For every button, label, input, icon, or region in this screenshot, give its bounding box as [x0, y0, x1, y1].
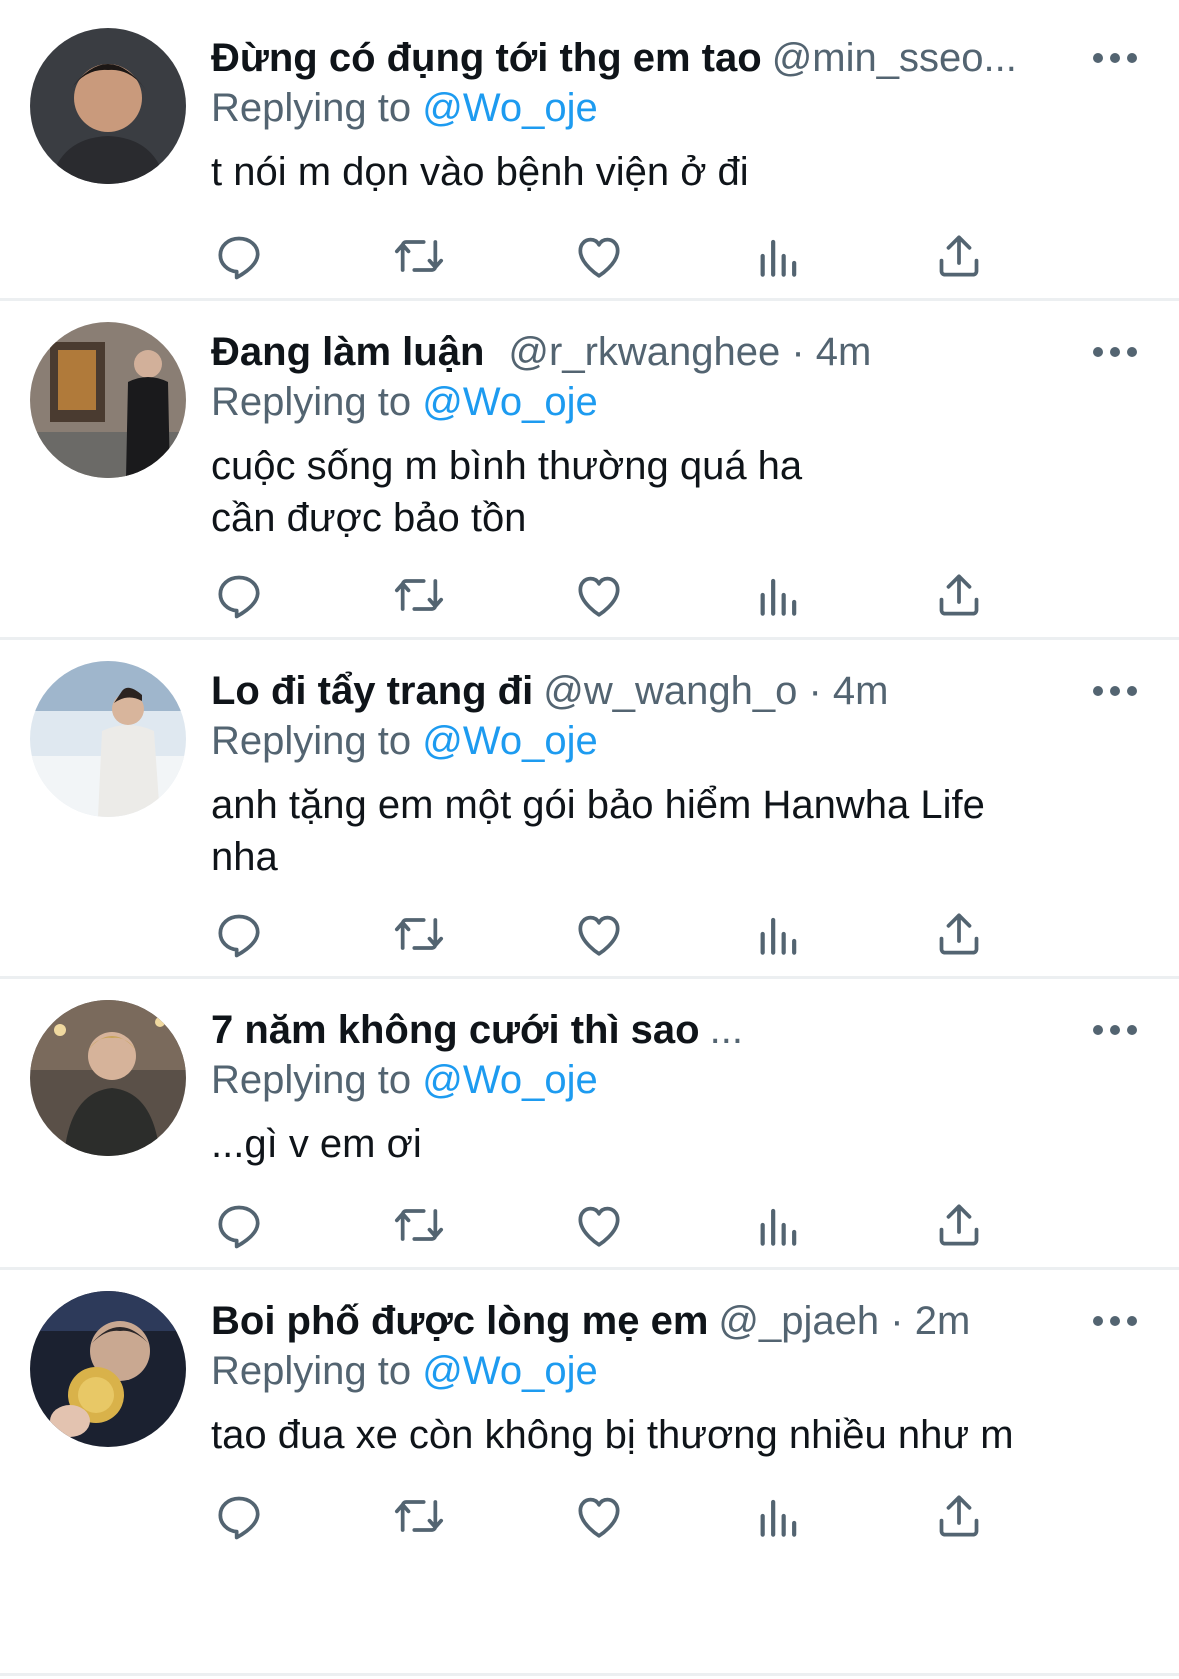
tweet-header: 7 năm không cưới thì sao... [211, 1002, 1079, 1058]
replying-to: Replying to @Wo_oje [211, 82, 598, 134]
share-icon[interactable] [931, 1197, 987, 1253]
heart-icon[interactable] [571, 906, 627, 962]
handle-and-time[interactable]: @_pjaeh · 2m [718, 1299, 970, 1343]
avatar[interactable] [30, 322, 186, 478]
tweet-text: t nói m dọn vào bệnh viện ở đi [211, 150, 749, 194]
share-icon[interactable] [931, 906, 987, 962]
mention-link[interactable]: @Wo_oje [422, 719, 598, 763]
divider [0, 1673, 1179, 1676]
heart-icon[interactable] [571, 1488, 627, 1544]
mention-link[interactable]: @Wo_oje [422, 86, 598, 130]
action-bar [211, 567, 1091, 623]
replying-label: Replying to [211, 86, 423, 130]
tweet[interactable]: Đang làm luận @r_rkwanghee · 4m Replying … [0, 300, 1179, 639]
display-name[interactable]: 7 năm không cưới thì sao [211, 1008, 700, 1052]
more-icon[interactable] [1093, 1301, 1137, 1341]
avatar[interactable] [30, 1000, 186, 1156]
analytics-icon[interactable] [751, 906, 807, 962]
share-icon[interactable] [931, 1488, 987, 1544]
retweet-icon[interactable] [391, 1488, 447, 1544]
avatar[interactable] [30, 28, 186, 184]
avatar[interactable] [30, 661, 186, 817]
action-bar [211, 1197, 1091, 1253]
reply-icon[interactable] [211, 567, 267, 623]
retweet-icon[interactable] [391, 906, 447, 962]
retweet-icon[interactable] [391, 1197, 447, 1253]
retweet-icon[interactable] [391, 567, 447, 623]
display-name[interactable]: Đừng có đụng tới thg em tao [211, 36, 762, 80]
replying-to: Replying to @Wo_oje [211, 376, 598, 428]
action-bar [211, 906, 1091, 962]
tweet-text: ...gì v em ơi [211, 1122, 422, 1166]
display-name[interactable]: Boi phố được lòng mẹ em [211, 1299, 708, 1343]
share-icon[interactable] [931, 567, 987, 623]
action-bar [211, 1488, 1091, 1544]
reply-icon[interactable] [211, 228, 267, 284]
analytics-icon[interactable] [751, 1197, 807, 1253]
handle-and-time[interactable]: @min_sseo... [772, 36, 1017, 80]
mention-link[interactable]: @Wo_oje [422, 380, 598, 424]
tweet[interactable]: Lo đi tẩy trang đi @w_wangh_o · 4m Replyi… [0, 639, 1179, 978]
more-icon[interactable] [1093, 38, 1137, 78]
handle-and-time[interactable]: ... [710, 1008, 743, 1052]
share-icon[interactable] [931, 228, 987, 284]
replying-to: Replying to @Wo_oje [211, 715, 598, 767]
analytics-icon[interactable] [751, 1488, 807, 1544]
replying-label: Replying to [211, 1349, 423, 1393]
tweet-header: Boi phố được lòng mẹ em @_pjaeh · 2m [211, 1293, 1079, 1349]
replying-label: Replying to [211, 719, 423, 763]
reply-icon[interactable] [211, 906, 267, 962]
mention-link[interactable]: @Wo_oje [422, 1349, 598, 1393]
handle-and-time[interactable]: @r_rkwanghee · 4m [508, 330, 871, 374]
tweet[interactable]: Đừng có đụng tới thg em tao @min_sseo... … [0, 0, 1179, 300]
display-name[interactable]: Lo đi tẩy trang đi [211, 669, 533, 713]
tweet-header: Lo đi tẩy trang đi @w_wangh_o · 4m [211, 663, 1079, 719]
avatar[interactable] [30, 1291, 186, 1447]
heart-icon[interactable] [571, 567, 627, 623]
replying-to: Replying to @Wo_oje [211, 1054, 598, 1106]
tweet-text: cuộc sống m bình thường quá ha cần được … [211, 444, 803, 540]
retweet-icon[interactable] [391, 228, 447, 284]
reply-icon[interactable] [211, 1197, 267, 1253]
analytics-icon[interactable] [751, 228, 807, 284]
tweet-header: Đừng có đụng tới thg em tao @min_sseo... [211, 30, 1079, 86]
replying-label: Replying to [211, 380, 423, 424]
more-icon[interactable] [1093, 1010, 1137, 1050]
tweet-header: Đang làm luận @r_rkwanghee · 4m [211, 324, 1079, 380]
action-bar [211, 228, 1091, 284]
reply-icon[interactable] [211, 1488, 267, 1544]
heart-icon[interactable] [571, 1197, 627, 1253]
more-icon[interactable] [1093, 332, 1137, 372]
more-icon[interactable] [1093, 671, 1137, 711]
display-name[interactable]: Đang làm luận [211, 330, 484, 374]
tweet-text: tao đua xe còn không bị thương nhiều như… [211, 1413, 1014, 1457]
tweet-text: anh tặng em một gói bảo hiểm Hanwha Life… [211, 783, 985, 879]
mention-link[interactable]: @Wo_oje [422, 1058, 598, 1102]
replying-label: Replying to [211, 1058, 423, 1102]
handle-and-time[interactable]: @w_wangh_o · 4m [543, 669, 888, 713]
analytics-icon[interactable] [751, 567, 807, 623]
heart-icon[interactable] [571, 228, 627, 284]
tweet[interactable]: 7 năm không cưới thì sao... Replying to … [0, 978, 1179, 1269]
tweet[interactable]: Boi phố được lòng mẹ em @_pjaeh · 2m Repl… [0, 1269, 1179, 1579]
replying-to: Replying to @Wo_oje [211, 1345, 598, 1397]
